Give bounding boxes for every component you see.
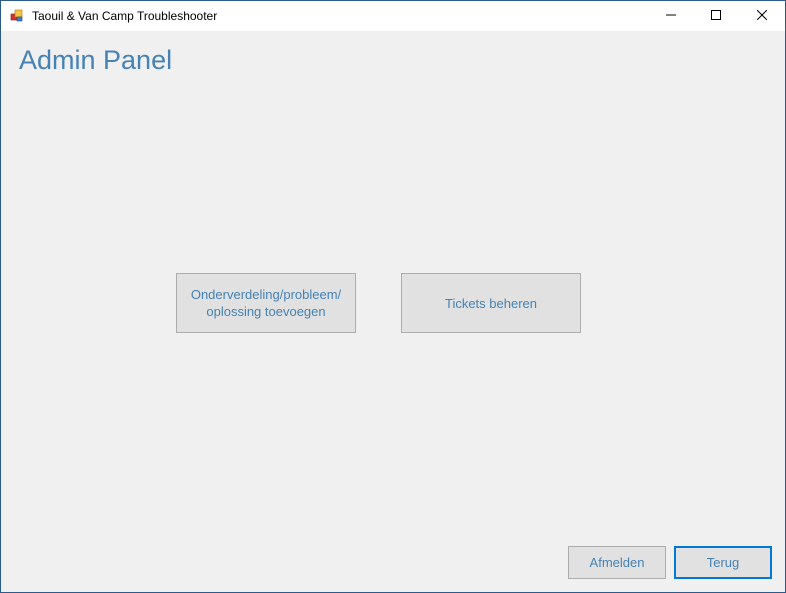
page-title: Admin Panel <box>19 45 173 75</box>
close-icon <box>756 7 768 25</box>
close-button[interactable] <box>739 1 785 31</box>
window-title: Taouil & Van Camp Troubleshooter <box>32 9 218 23</box>
title-bar[interactable]: Taouil & Van Camp Troubleshooter <box>1 1 785 31</box>
add-category-button-label: Onderverdeling/probleem/ oplossing toevo… <box>190 287 342 319</box>
back-button[interactable]: Terug <box>674 546 772 579</box>
maximize-icon <box>711 7 721 25</box>
add-category-problem-solution-button[interactable]: Onderverdeling/probleem/ oplossing toevo… <box>176 273 356 333</box>
maximize-button[interactable] <box>693 1 739 31</box>
app-icon <box>10 9 24 23</box>
manage-tickets-button[interactable]: Tickets beheren <box>401 273 581 333</box>
minimize-icon <box>666 7 676 25</box>
logout-button-label: Afmelden <box>589 555 645 570</box>
back-button-label: Terug <box>706 555 740 570</box>
minimize-button[interactable] <box>648 1 694 31</box>
manage-tickets-button-label: Tickets beheren <box>444 295 537 311</box>
app-window: Taouil & Van Camp Troubleshooter Admin P… <box>0 0 786 593</box>
logout-button[interactable]: Afmelden <box>568 546 666 579</box>
